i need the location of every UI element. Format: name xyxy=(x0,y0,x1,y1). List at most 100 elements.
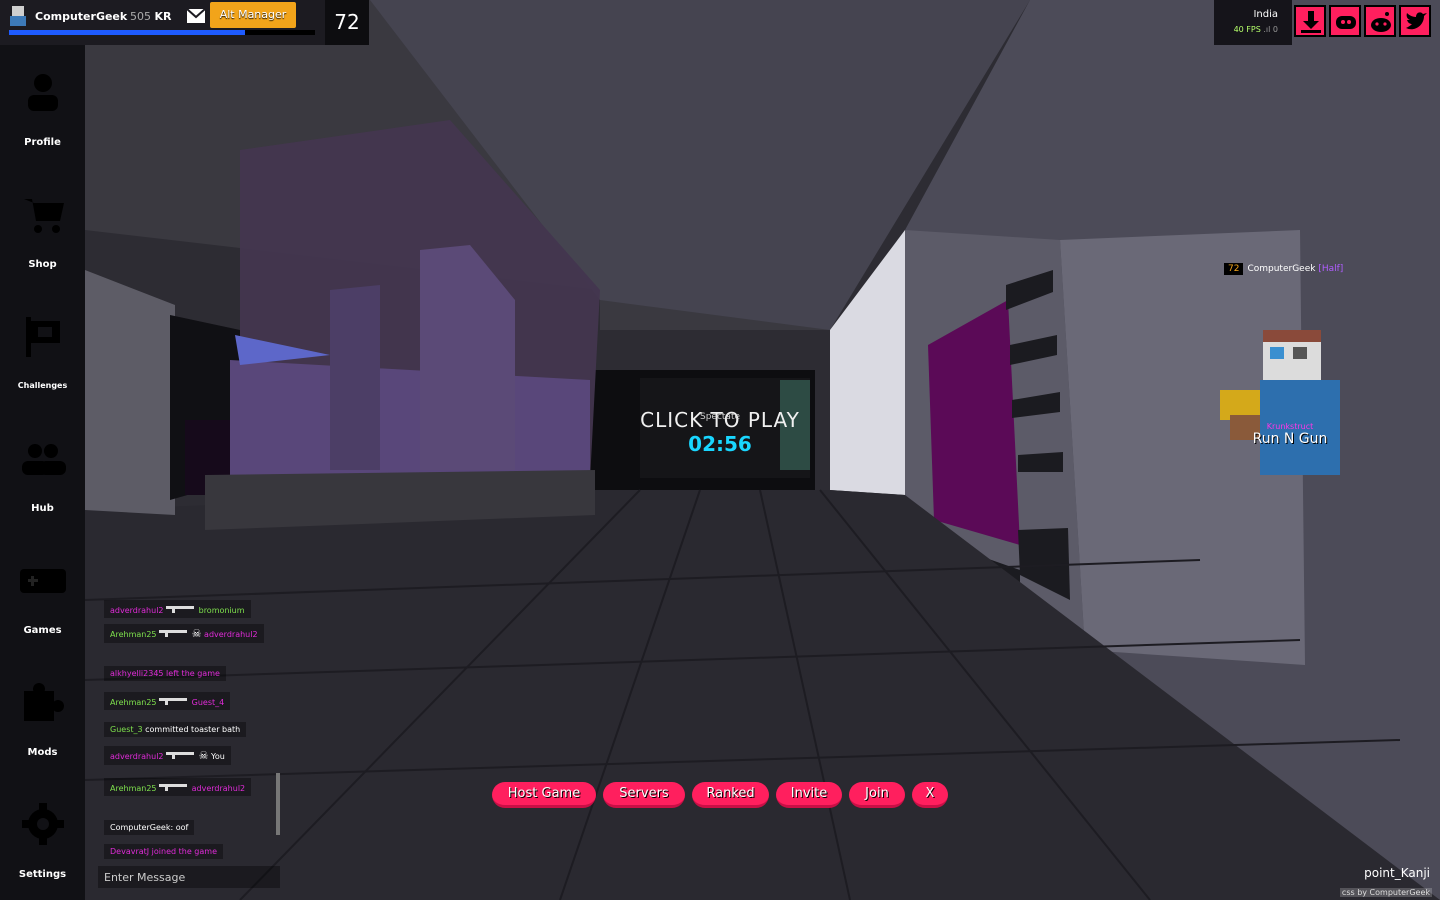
sidebar-item-label: Shop xyxy=(28,259,57,270)
sidebar-item-label: Settings xyxy=(18,869,67,880)
killer-name: Arehman25 xyxy=(110,784,157,793)
sidebar: Profile Shop Challenges Hub Games Mods S… xyxy=(0,45,85,900)
nameplate-class: [Half] xyxy=(1318,264,1344,274)
gear-icon xyxy=(22,803,64,845)
reddit-button[interactable] xyxy=(1364,5,1396,37)
sidebar-item-games[interactable]: Games xyxy=(0,533,85,655)
avatar-icon[interactable] xyxy=(8,6,28,26)
join-button[interactable]: Join xyxy=(849,782,905,808)
notice-text: DevavratJ joined the game xyxy=(110,847,218,856)
victim-name: bromonium xyxy=(198,606,245,615)
twitter-button[interactable] xyxy=(1399,5,1431,37)
server-region: India xyxy=(1253,9,1278,20)
nameplate-level: 72 xyxy=(1224,263,1244,275)
sidebar-item-challenges[interactable]: Challenges xyxy=(0,289,85,411)
spectate-label[interactable]: Spectate xyxy=(600,412,840,422)
host-game-button[interactable]: Host Game xyxy=(492,782,596,808)
player-level: 72 xyxy=(325,0,369,45)
profile-icon xyxy=(28,74,58,111)
killer-name: adverdrahul2 xyxy=(110,752,164,761)
ranked-button[interactable]: Ranked xyxy=(692,782,769,808)
close-button[interactable]: X xyxy=(912,782,948,808)
chat-message: Arehman25 ☠ adverdrahul2 xyxy=(104,624,264,643)
puzzle-icon xyxy=(24,683,64,721)
sidebar-item-hub[interactable]: Hub xyxy=(0,411,85,533)
gamepad-icon xyxy=(20,569,66,593)
victim-name: Guest_4 xyxy=(191,698,225,707)
death-text: committed toaster bath xyxy=(145,725,241,734)
sidebar-item-shop[interactable]: Shop xyxy=(0,167,85,289)
kr-label: KR xyxy=(154,10,172,23)
rifle-icon xyxy=(166,606,195,613)
player-weapon: Run N Gun xyxy=(1252,431,1328,447)
reddit-icon xyxy=(1371,12,1391,32)
sidebar-item-label: Challenges xyxy=(17,381,68,390)
signal-icon: .ıl xyxy=(1263,25,1271,34)
mail-icon[interactable] xyxy=(186,8,206,24)
download-icon xyxy=(1301,11,1321,33)
victim-name: You xyxy=(211,752,225,761)
sidebar-item-settings[interactable]: Settings xyxy=(0,777,85,899)
sidebar-item-label: Mods xyxy=(27,747,58,758)
rifle-icon xyxy=(166,752,195,759)
chat-message: DevavratJ joined the game xyxy=(104,844,224,859)
notice-text: alkhyelli2345 left the game xyxy=(110,669,220,678)
sidebar-item-label: Games xyxy=(23,625,62,636)
killer-name: adverdrahul2 xyxy=(110,606,164,615)
css-credit: css by ComputerGeek xyxy=(1339,888,1432,897)
cart-icon xyxy=(24,199,64,233)
fps-value: 40 FPS xyxy=(1233,25,1261,34)
users-icon xyxy=(22,444,66,475)
chat-message: adverdrahul2 bromonium xyxy=(104,600,251,618)
download-button[interactable] xyxy=(1294,5,1326,37)
chat-input[interactable] xyxy=(98,866,280,888)
game-viewport[interactable]: CLICK TO PLAY Spectate 02:56 72 ComputerG… xyxy=(0,0,1440,900)
chat-feed: adverdrahul2 bromonium Arehman25 ☠ adverd… xyxy=(98,600,280,888)
chat-message: Arehman25 Guest_4 xyxy=(104,692,231,710)
player-clan: Krunkstruct xyxy=(1266,422,1314,431)
sidebar-item-profile[interactable]: Profile xyxy=(0,45,85,167)
account-bar: ComputerGeek 505 KR Alt Manager xyxy=(0,0,325,45)
chat-message: Guest_3 committed toaster bath xyxy=(104,722,247,737)
twitter-icon xyxy=(1406,12,1427,30)
player-name: Guest_3 xyxy=(110,725,143,734)
nameplate-name: ComputerGeek xyxy=(1247,264,1316,274)
username[interactable]: ComputerGeek xyxy=(35,10,127,23)
victim-name: adverdrahul2 xyxy=(204,630,258,639)
discord-button[interactable] xyxy=(1329,5,1361,37)
sidebar-item-mods[interactable]: Mods xyxy=(0,655,85,777)
victim-name: adverdrahul2 xyxy=(191,784,246,793)
chat-message: ComputerGeek: oof xyxy=(104,820,195,835)
rifle-icon xyxy=(159,630,188,637)
chat-message: alkhyelli2345 left the game xyxy=(104,666,226,681)
chat-message: adverdrahul2 ☠ You xyxy=(104,746,231,765)
xp-bar-fill xyxy=(9,30,245,35)
player-label: Krunkstruct Run N Gun xyxy=(1240,422,1340,447)
xp-bar xyxy=(9,30,315,35)
ping-value: 0 xyxy=(1272,25,1278,34)
round-timer: 02:56 xyxy=(688,432,752,456)
skull-icon: ☠ xyxy=(191,627,202,640)
invite-button[interactable]: Invite xyxy=(776,782,842,808)
chat-scrollbar[interactable] xyxy=(276,773,280,835)
kr-amount: 505 xyxy=(130,10,151,23)
map-name: point_Kanji xyxy=(1364,866,1430,880)
killer-name: Arehman25 xyxy=(110,698,157,707)
message-text: oof xyxy=(175,823,189,832)
chat-message: Arehman25 adverdrahul2 xyxy=(104,778,252,796)
sidebar-item-label: Hub xyxy=(31,503,54,514)
alt-manager-button[interactable]: Alt Manager xyxy=(210,2,296,28)
kr-balance: 505 KR xyxy=(130,10,172,23)
player-model[interactable] xyxy=(1215,325,1345,475)
rifle-icon xyxy=(159,784,188,791)
killer-name: Arehman25 xyxy=(110,630,157,639)
fps-counter: 40 FPS .ıl 0 xyxy=(1234,25,1278,34)
sidebar-item-label: Profile xyxy=(24,137,61,148)
servers-button[interactable]: Servers xyxy=(603,782,685,808)
player-nameplate: 72 ComputerGeek [Half] xyxy=(1224,263,1344,275)
skull-icon: ☠ xyxy=(198,749,209,762)
sender-name: ComputerGeek: xyxy=(110,823,174,832)
discord-icon xyxy=(1336,16,1356,29)
rifle-icon xyxy=(159,698,188,705)
server-info: India 40 FPS .ıl 0 xyxy=(1214,0,1292,45)
